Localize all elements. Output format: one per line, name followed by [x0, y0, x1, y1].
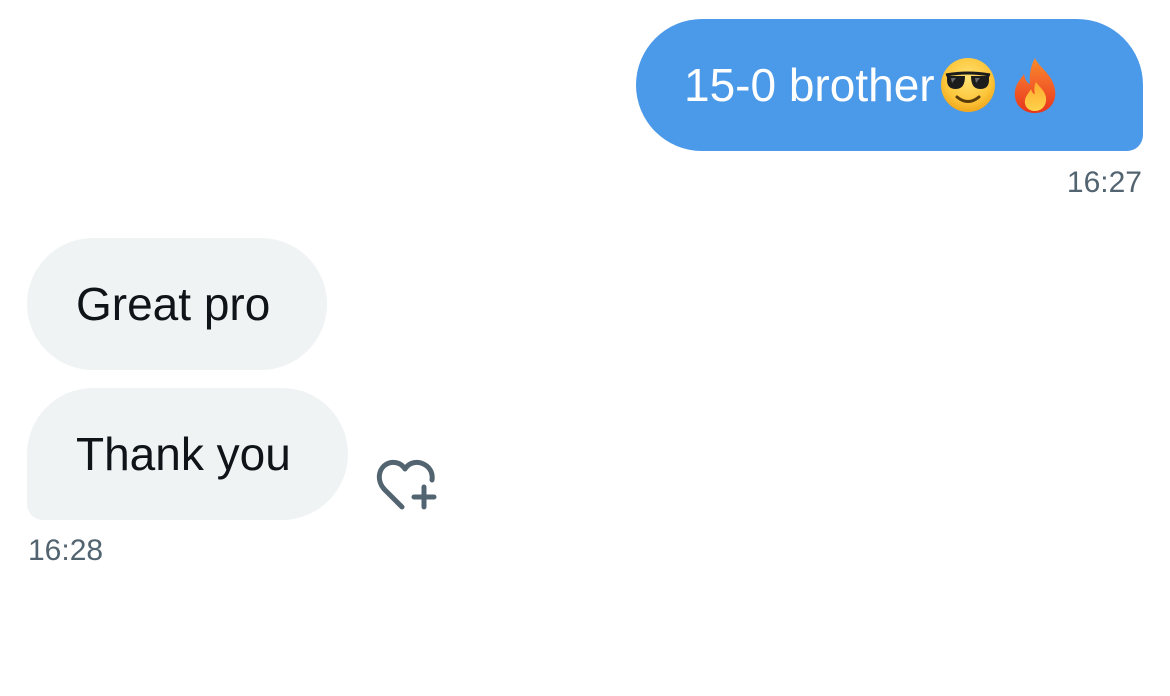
- sent-message-text: 15-0 brother: [684, 59, 935, 111]
- sent-message-timestamp: 16:27: [1066, 166, 1142, 199]
- received-message-text: Great pro: [76, 278, 271, 330]
- sent-message-bubble[interactable]: 15-0 brother: [636, 19, 1143, 151]
- smiling-face-with-sunglasses-icon: [940, 58, 995, 112]
- react-button[interactable]: [375, 455, 441, 515]
- received-message-bubble[interactable]: Thank you: [27, 388, 348, 520]
- fire-icon: [1014, 58, 1055, 113]
- received-message-timestamp: 16:28: [28, 534, 104, 567]
- received-message-text: Thank you: [76, 428, 291, 480]
- received-message-bubble[interactable]: Great pro: [27, 238, 327, 370]
- sent-message-emojis: [939, 56, 1061, 114]
- heart-plus-icon: [376, 459, 437, 510]
